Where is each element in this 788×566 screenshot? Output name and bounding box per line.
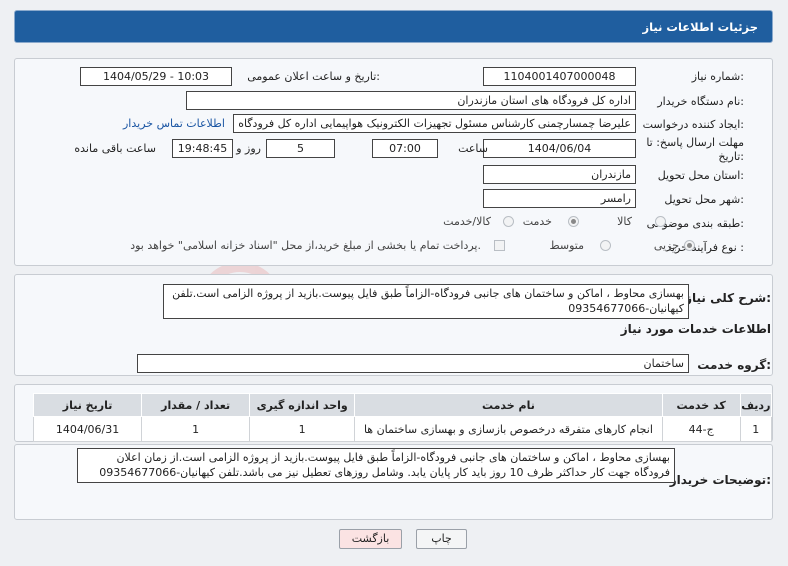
deadline-time-field: 07:00 [372, 139, 438, 158]
col-need-date: تاریخ نیاز [32, 393, 143, 417]
need-number-field: 1104001407000048 [483, 67, 636, 86]
need-number-label: شماره نیاز: [691, 70, 744, 83]
treasury-payment-checkbox[interactable] [494, 240, 505, 251]
col-row-number: ردیف [739, 393, 773, 417]
cell-service-name: انجام کارهای متفرقه درخصوص بازسازی و بهس… [354, 416, 663, 442]
service-group-label: گروه خدمت: [697, 358, 771, 372]
category-option-service: خدمت [522, 215, 552, 228]
announce-datetime-field: 1404/05/29 - 10:03 [80, 67, 232, 86]
col-quantity: تعداد / مقدار [141, 393, 251, 417]
process-option-minor: جزیی [653, 239, 679, 252]
treasury-payment-note: پرداخت تمام یا بخشی از مبلغ خرید،از محل … [130, 239, 481, 252]
delivery-city-label: شهر محل تحویل: [664, 193, 744, 206]
process-radio-medium[interactable] [600, 240, 611, 251]
table-row[interactable]: 1 ج-44 انجام کارهای متفرقه درخصوص بازساز… [32, 416, 773, 442]
delivery-province-label: استان محل تحویل: [657, 169, 744, 182]
category-radio-goods-service[interactable] [503, 216, 514, 227]
remaining-time-label: ساعت باقی مانده [74, 142, 156, 155]
col-unit: واحد اندازه گیری [249, 393, 356, 417]
buyer-org-label: نام دستگاه خریدار: [657, 95, 744, 108]
announce-label: تاریخ و ساعت اعلان عمومی: [247, 70, 380, 83]
back-button[interactable]: بازگشت [339, 529, 402, 549]
deadline-time-label: ساعت [458, 142, 488, 155]
days-label: روز و [236, 142, 261, 155]
requester-label: ایجاد کننده درخواست: [642, 118, 744, 131]
page-header: جزئیات اطلاعات نیاز [14, 10, 773, 43]
services-table: ردیف کد خدمت نام خدمت واحد اندازه گیری ت… [32, 393, 773, 442]
process-radio-minor[interactable] [684, 240, 695, 251]
deadline-label: مهلت ارسال پاسخ: تا تاریخ: [646, 136, 744, 163]
category-radio-goods[interactable] [655, 216, 666, 227]
print-button[interactable]: چاپ [416, 529, 467, 549]
delivery-province-field: مازندران [483, 165, 636, 184]
col-service-name: نام خدمت [354, 393, 663, 417]
cell-need-date: 1404/06/31 [32, 416, 143, 442]
category-radio-service[interactable] [568, 216, 579, 227]
description-label: شرح کلی نیاز: [685, 291, 771, 305]
buyer-contact-link[interactable]: اطلاعات تماس خریدار [123, 117, 225, 130]
category-option-goods: کالا [617, 215, 632, 228]
col-service-code: کد خدمت [661, 393, 741, 417]
category-option-goods-service: کالا/خدمت [443, 215, 491, 228]
days-remaining-field: 5 [266, 139, 335, 158]
services-section-title: اطلاعات خدمات مورد نیاز [620, 322, 771, 336]
cell-quantity: 1 [141, 416, 251, 442]
requester-field: علیرضا چمسارچمنی کارشناس مسئول تجهیزات ا… [233, 114, 636, 133]
service-group-field: ساختمان [137, 354, 689, 373]
cell-row-number: 1 [739, 416, 773, 442]
buyer-notes-label: توضیحات خریدار: [669, 473, 771, 487]
delivery-city-field: رامسر [483, 189, 636, 208]
page-title: جزئیات اطلاعات نیاز [642, 20, 758, 34]
buyer-org-field: اداره کل فرودگاه های استان مازندران [186, 91, 636, 110]
description-field: بهسازی محاوط ، اماکن و ساختمان های جانبی… [163, 284, 689, 319]
deadline-date-field: 1404/06/04 [483, 139, 636, 158]
cell-service-code: ج-44 [661, 416, 741, 442]
table-header-row: ردیف کد خدمت نام خدمت واحد اندازه گیری ت… [32, 393, 773, 417]
remaining-time-field: 19:48:45 [172, 139, 233, 158]
process-option-medium: متوسط [549, 239, 584, 252]
cell-unit: 1 [249, 416, 356, 442]
buyer-notes-field: بهسازی محاوط ، اماکن و ساختمان های جانبی… [77, 448, 675, 483]
